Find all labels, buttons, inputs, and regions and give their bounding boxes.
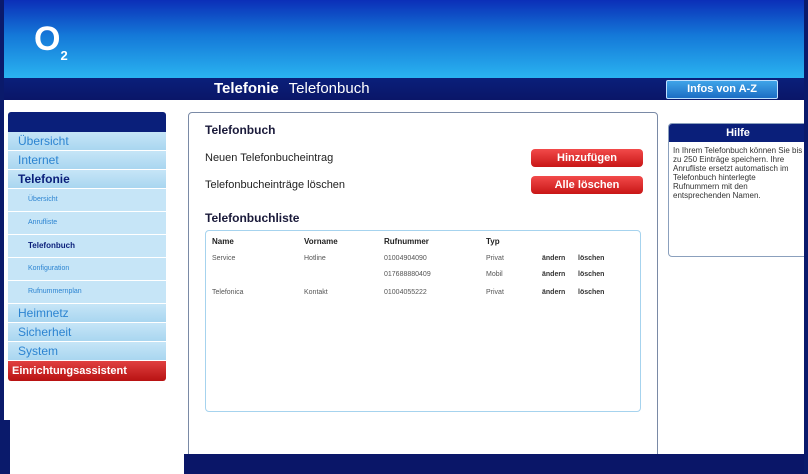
column-header-typ: Typ (486, 237, 500, 246)
sidebar-subitem-telefonbuch[interactable]: Telefonbuch (8, 235, 166, 258)
o2-logo: O2 (34, 22, 68, 71)
row-2-typ: Mobil (486, 271, 503, 278)
sidebar-header (8, 112, 166, 132)
sidebar: Übersicht Internet Telefonie Übersicht A… (8, 112, 166, 381)
row-2-delete-link[interactable]: löschen (578, 271, 604, 278)
row-3-edit-link[interactable]: ändern (542, 289, 565, 296)
new-entry-label: Neuen Telefonbucheintrag (205, 152, 334, 164)
logo-main: O (34, 20, 61, 58)
breadcrumb-page: Telefonbuch (288, 80, 370, 97)
footer-bar (184, 454, 804, 474)
left-edge-strip (4, 420, 10, 474)
delete-all-button[interactable]: Alle löschen (531, 176, 643, 194)
column-header-rufnummer: Rufnummer (384, 237, 429, 246)
sidebar-item-system[interactable]: System (8, 342, 166, 361)
page-title: Telefonbuch (205, 123, 276, 137)
spacer (4, 100, 804, 112)
row-2-rufnummer: 017688880409 (384, 271, 431, 278)
sidebar-item-telefonie[interactable]: Telefonie (8, 170, 166, 189)
column-header-vorname: Vorname (304, 237, 338, 246)
row-1-name: Service (212, 255, 236, 262)
header-banner: O2 (4, 0, 804, 78)
router-ui: O2 Telefonie Telefonbuch Infos von A-Z Ü… (4, 0, 804, 474)
help-title: Hilfe (669, 124, 804, 142)
breadcrumb-section: Telefonie (214, 80, 279, 97)
row-3-name: Telefonica (212, 289, 244, 296)
row-2-edit-link[interactable]: ändern (542, 271, 565, 278)
row-3-rufnummer: 01004055222 (384, 289, 427, 296)
setup-wizard-button[interactable]: Einrichtungsassistent (8, 361, 166, 381)
sidebar-item-uebersicht[interactable]: Übersicht (8, 132, 166, 151)
row-1-rufnummer: 01004904090 (384, 255, 427, 262)
help-text: In Ihrem Telefonbuch können Sie bis zu 2… (673, 146, 803, 200)
sidebar-subitem-uebersicht[interactable]: Übersicht (8, 189, 166, 212)
logo-sub: 2 (60, 47, 68, 63)
sidebar-subitem-rufnummernplan[interactable]: Rufnummernplan (8, 281, 166, 304)
sidebar-subitem-konfiguration[interactable]: Konfiguration (8, 258, 166, 281)
sidebar-item-heimnetz[interactable]: Heimnetz (8, 304, 166, 323)
sidebar-subitem-anrufliste[interactable]: Anrufliste (8, 212, 166, 235)
row-1-typ: Privat (486, 255, 504, 262)
breadcrumb-bar: Telefonie Telefonbuch Infos von A-Z (4, 78, 804, 100)
sidebar-item-internet[interactable]: Internet (8, 151, 166, 170)
infos-a-z-button[interactable]: Infos von A-Z (666, 80, 778, 99)
row-1-edit-link[interactable]: ändern (542, 255, 565, 262)
phonebook-list-title: Telefonbuchliste (205, 211, 300, 225)
column-header-name: Name (212, 237, 234, 246)
phonebook-table: Name Vorname Rufnummer Typ Service Hotli… (205, 230, 641, 412)
help-box: Hilfe In Ihrem Telefonbuch können Sie bi… (668, 123, 804, 257)
row-1-vorname: Hotline (304, 255, 326, 262)
row-1-delete-link[interactable]: löschen (578, 255, 604, 262)
phonebook-panel: Telefonbuch Neuen Telefonbucheintrag Hin… (188, 112, 658, 474)
row-3-delete-link[interactable]: löschen (578, 289, 604, 296)
row-3-typ: Privat (486, 289, 504, 296)
breadcrumb: Telefonie Telefonbuch (214, 80, 370, 98)
delete-all-label: Telefonbucheinträge löschen (205, 179, 346, 191)
sidebar-item-sicherheit[interactable]: Sicherheit (8, 323, 166, 342)
add-entry-button[interactable]: Hinzufügen (531, 149, 643, 167)
row-3-vorname: Kontakt (304, 289, 328, 296)
